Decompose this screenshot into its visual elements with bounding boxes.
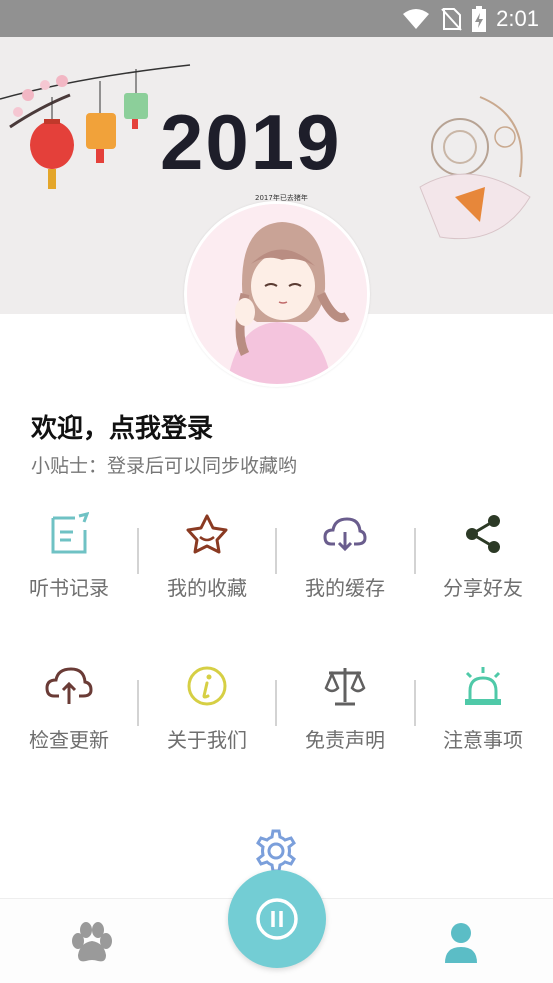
menu-item-notes[interactable]: 注意事项 <box>414 650 552 802</box>
menu-item-check-update[interactable]: 检查更新 <box>0 650 138 802</box>
menu-grid: 听书记录 我的收藏 我的缓存 分享好友 检查更新 关于我们 免责声明 注意事项 <box>0 498 553 802</box>
banner-year-text: 2019 <box>160 98 342 186</box>
menu-label: 关于我们 <box>167 728 247 752</box>
menu-label: 注意事项 <box>443 728 523 752</box>
menu-item-cache[interactable]: 我的缓存 <box>276 498 414 650</box>
history-note-icon <box>45 510 93 558</box>
avatar[interactable] <box>184 201 370 387</box>
menu-label: 听书记录 <box>29 576 109 600</box>
cloud-upload-icon <box>45 662 93 710</box>
divider <box>414 528 416 574</box>
settings-gear-icon[interactable] <box>253 828 299 874</box>
status-icons: 2:01 <box>402 0 539 37</box>
login-prompt[interactable]: 欢迎，点我登录 <box>31 408 213 445</box>
divider <box>275 680 277 726</box>
status-bar: 2:01 <box>0 0 553 37</box>
menu-item-share[interactable]: 分享好友 <box>414 498 552 650</box>
divider <box>414 680 416 726</box>
cloud-download-icon <box>321 510 369 558</box>
tab-home[interactable] <box>68 921 116 965</box>
divider <box>275 528 277 574</box>
menu-item-disclaimer[interactable]: 免责声明 <box>276 650 414 802</box>
menu-label: 我的缓存 <box>305 576 385 600</box>
menu-item-listening-history[interactable]: 听书记录 <box>0 498 138 650</box>
menu-label: 分享好友 <box>443 576 523 600</box>
alarm-light-icon <box>459 662 507 710</box>
user-icon <box>445 923 477 963</box>
divider <box>137 680 139 726</box>
menu-item-favorites[interactable]: 我的收藏 <box>138 498 276 650</box>
menu-row-2: 检查更新 关于我们 免责声明 注意事项 <box>0 650 553 802</box>
no-sim-icon <box>441 7 462 31</box>
status-time: 2:01 <box>496 5 539 31</box>
menu-label: 免责声明 <box>305 728 385 752</box>
avatar-illustration <box>187 204 367 384</box>
battery-charging-icon <box>472 5 487 32</box>
player-toggle-button[interactable] <box>228 870 326 968</box>
tab-profile[interactable] <box>437 921 485 965</box>
menu-row-1: 听书记录 我的收藏 我的缓存 分享好友 <box>0 498 553 650</box>
menu-item-about-us[interactable]: 关于我们 <box>138 650 276 802</box>
share-icon <box>459 510 507 558</box>
divider <box>137 528 139 574</box>
scale-icon <box>321 662 369 710</box>
paw-icon <box>72 922 112 962</box>
info-icon <box>183 662 231 710</box>
menu-label: 检查更新 <box>29 728 109 752</box>
star-favorite-icon <box>183 510 231 558</box>
wifi-icon <box>403 8 430 29</box>
login-tip: 小贴士：登录后可以同步收藏哟 <box>31 455 298 477</box>
menu-label: 我的收藏 <box>167 576 247 600</box>
pause-icon <box>256 898 298 940</box>
